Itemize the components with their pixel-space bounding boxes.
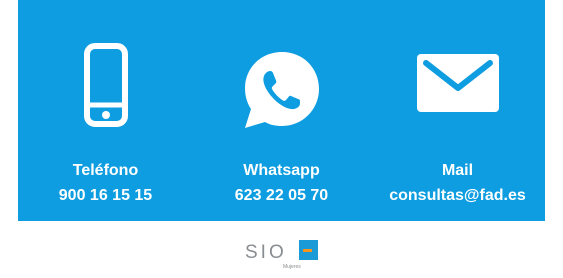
contact-phone[interactable]: Teléfono 900 16 15 15 [18, 0, 193, 221]
contact-mail[interactable]: Mail consultas@fad.es [370, 0, 545, 221]
phone-icon [83, 43, 128, 127]
contact-value[interactable]: consultas@fad.es [370, 183, 545, 208]
contact-value[interactable]: 623 22 05 70 [194, 183, 369, 208]
logo-subtext: Mujeres [283, 264, 301, 270]
contact-title: Whatsapp [243, 162, 320, 179]
sio-logo: SIO Mujeres [245, 238, 320, 278]
contact-title: Mail [441, 162, 474, 179]
whatsapp-icon [244, 52, 319, 128]
contact-title: Teléfono [72, 162, 139, 179]
mail-icon [416, 54, 499, 112]
contact-value[interactable]: 900 16 15 15 [18, 183, 193, 208]
contact-panel: Teléfono 900 16 15 15 Whatsapp 623 22 05… [18, 0, 545, 221]
contact-whatsapp[interactable]: Whatsapp 623 22 05 70 [194, 0, 369, 221]
logo-square-icon [299, 240, 318, 260]
logo-text: SIO [245, 242, 287, 263]
